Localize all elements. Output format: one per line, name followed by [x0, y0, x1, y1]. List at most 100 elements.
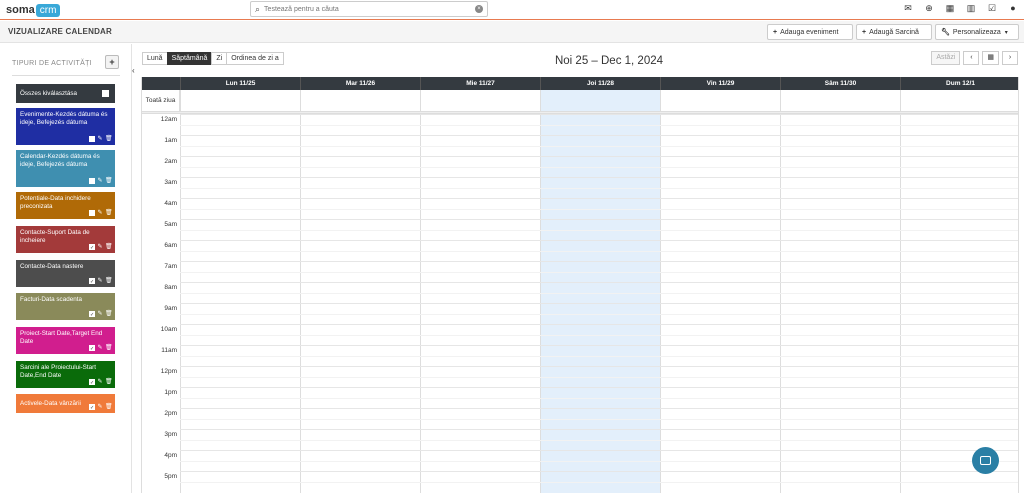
next-week-button[interactable]: ›: [1002, 51, 1018, 65]
trash-icon[interactable]: 🗑︎: [105, 379, 113, 385]
view-button[interactable]: Lună: [142, 52, 168, 65]
view-button[interactable]: Ordinea de zi a: [226, 52, 284, 65]
day-column[interactable]: [780, 90, 900, 493]
calendar-icon[interactable]: ▦: [945, 3, 955, 13]
day-header[interactable]: Mie 11/27: [420, 77, 540, 90]
activity-checkbox[interactable]: ✓: [89, 379, 95, 386]
activity-type-item[interactable]: Activele-Data vânzării ✓ ✎ 🗑︎: [16, 394, 115, 413]
select-all-checkbox[interactable]: [102, 90, 109, 97]
time-label: 3pm: [164, 431, 177, 438]
day-column[interactable]: [420, 90, 540, 493]
day-column[interactable]: [300, 90, 420, 493]
activity-checkbox[interactable]: ✓: [89, 278, 95, 285]
hour-line: [180, 450, 1018, 451]
time-label: 1am: [164, 137, 177, 144]
day-header[interactable]: Sâm 11/30: [780, 77, 900, 90]
activity-checkbox[interactable]: [89, 210, 95, 216]
half-hour-line: [180, 397, 1018, 399]
view-button[interactable]: Săptămână: [166, 52, 213, 65]
half-hour-line: [180, 229, 1018, 231]
activity-checkbox[interactable]: ✓: [89, 345, 95, 352]
day-header[interactable]: Mar 11/26: [300, 77, 420, 90]
trash-icon[interactable]: 🗑︎: [105, 404, 113, 410]
time-label: 4pm: [164, 452, 177, 459]
date-picker-icon[interactable]: ▦: [982, 51, 999, 65]
global-search[interactable]: ⌕ Testează pentru a căuta ×: [250, 1, 488, 17]
day-header[interactable]: Joi 11/28: [540, 77, 660, 90]
activity-checkbox[interactable]: [89, 178, 95, 184]
half-hour-line: [180, 250, 1018, 252]
activity-checkbox[interactable]: ✓: [89, 404, 95, 411]
hour-line: [180, 387, 1018, 388]
day-header[interactable]: Vin 11/29: [660, 77, 780, 90]
prev-week-button[interactable]: ‹: [963, 51, 980, 65]
user-icon[interactable]: ●: [1008, 3, 1018, 13]
trash-icon[interactable]: 🗑︎: [105, 210, 113, 216]
hour-line: [180, 303, 1018, 304]
activity-type-label: Facturi-Data scadenta: [20, 296, 82, 303]
plus-circle-icon[interactable]: ⊕: [924, 3, 934, 13]
bar-chart-icon[interactable]: ▥: [966, 3, 976, 13]
add-activity-type-button[interactable]: +: [105, 55, 119, 69]
half-hour-line: [180, 166, 1018, 168]
activity-type-item[interactable]: Facturi-Data scadenta ✓ ✎ 🗑︎: [16, 293, 115, 320]
day-column[interactable]: [180, 90, 300, 493]
time-label: 2pm: [164, 410, 177, 417]
envelope-icon[interactable]: ✉: [903, 3, 913, 13]
checkbox-icon[interactable]: ☑: [987, 3, 997, 13]
trash-icon[interactable]: 🗑︎: [105, 136, 113, 142]
day-header[interactable]: Lun 11/25: [180, 77, 300, 90]
search-input[interactable]: Testează pentru a căuta: [264, 6, 339, 13]
collapse-sidebar-icon[interactable]: ‹: [132, 66, 135, 75]
add-task-button[interactable]: + Adaugă Sarcină: [856, 24, 932, 40]
pencil-icon[interactable]: ✎: [97, 178, 103, 184]
activity-checkbox[interactable]: ✓: [89, 244, 95, 251]
activity-checkbox[interactable]: [89, 136, 95, 142]
trash-icon[interactable]: 🗑︎: [105, 311, 113, 317]
hour-line: [180, 135, 1018, 136]
trash-icon[interactable]: 🗑︎: [105, 345, 113, 351]
activity-type-item[interactable]: Contacte-Data nastere ✓ ✎ 🗑︎: [16, 260, 115, 287]
day-column[interactable]: [900, 90, 1018, 493]
activity-type-label: Contacte-Data nastere: [20, 263, 84, 270]
pencil-icon[interactable]: ✎: [97, 244, 103, 250]
pencil-icon[interactable]: ✎: [97, 404, 103, 410]
clear-search-icon[interactable]: ×: [475, 5, 483, 13]
hour-line: [180, 219, 1018, 220]
select-all-item[interactable]: Összes kiválasztása: [16, 84, 115, 103]
view-button[interactable]: Zi: [211, 52, 228, 65]
chat-support-button[interactable]: [972, 447, 999, 474]
day-header[interactable]: Dum 12/1: [900, 77, 1018, 90]
hour-line: [180, 429, 1018, 430]
trash-icon[interactable]: 🗑︎: [105, 244, 113, 250]
today-button[interactable]: Astăzi: [931, 51, 961, 65]
trash-icon[interactable]: 🗑︎: [105, 178, 113, 184]
pencil-icon[interactable]: ✎: [97, 278, 103, 284]
activity-type-item[interactable]: Sarcini ale Proiectului-Start Date,End D…: [16, 361, 115, 388]
add-event-button[interactable]: + Adauga eveniment: [767, 24, 853, 40]
logo[interactable]: soma crm: [6, 2, 61, 18]
pencil-icon[interactable]: ✎: [97, 311, 103, 317]
plus-icon: +: [862, 28, 867, 36]
day-column[interactable]: [540, 90, 660, 493]
pencil-icon[interactable]: ✎: [97, 136, 103, 142]
activity-type-item[interactable]: Contacte-Suport Data de incheiere ✓ ✎ 🗑︎: [16, 226, 115, 253]
activity-checkbox[interactable]: ✓: [89, 311, 95, 318]
pencil-icon[interactable]: ✎: [97, 210, 103, 216]
half-hour-line: [180, 439, 1018, 441]
pencil-icon[interactable]: ✎: [97, 345, 103, 351]
activity-type-item[interactable]: Calendar-Kezdés dátuma és ideje, Befejez…: [16, 150, 115, 187]
customize-dropdown[interactable]: 🔧︎ Personalizeaza ▾: [935, 24, 1019, 40]
time-column-header: [142, 77, 180, 90]
activity-type-item[interactable]: Potentiale-Data inchidere preconizata ✎ 🗑︎: [16, 192, 115, 219]
divider: [12, 75, 120, 76]
activity-type-item[interactable]: Evenimente-Kezdés dátuma és ideje, Befej…: [16, 108, 115, 145]
customize-label: Personalizeaza: [952, 28, 1001, 36]
page-title: VIZUALIZARE CALENDAR: [8, 27, 112, 36]
calendar-nav: Astăzi ‹ ▦ ›: [931, 51, 1018, 65]
trash-icon[interactable]: 🗑︎: [105, 278, 113, 284]
day-column[interactable]: [660, 90, 780, 493]
pencil-icon[interactable]: ✎: [97, 379, 103, 385]
activity-type-item[interactable]: Proiect-Start Date,Target End Date ✓ ✎ 🗑︎: [16, 327, 115, 354]
view-switcher: Lună Săptămână Zi Ordinea de zi a: [142, 52, 284, 65]
